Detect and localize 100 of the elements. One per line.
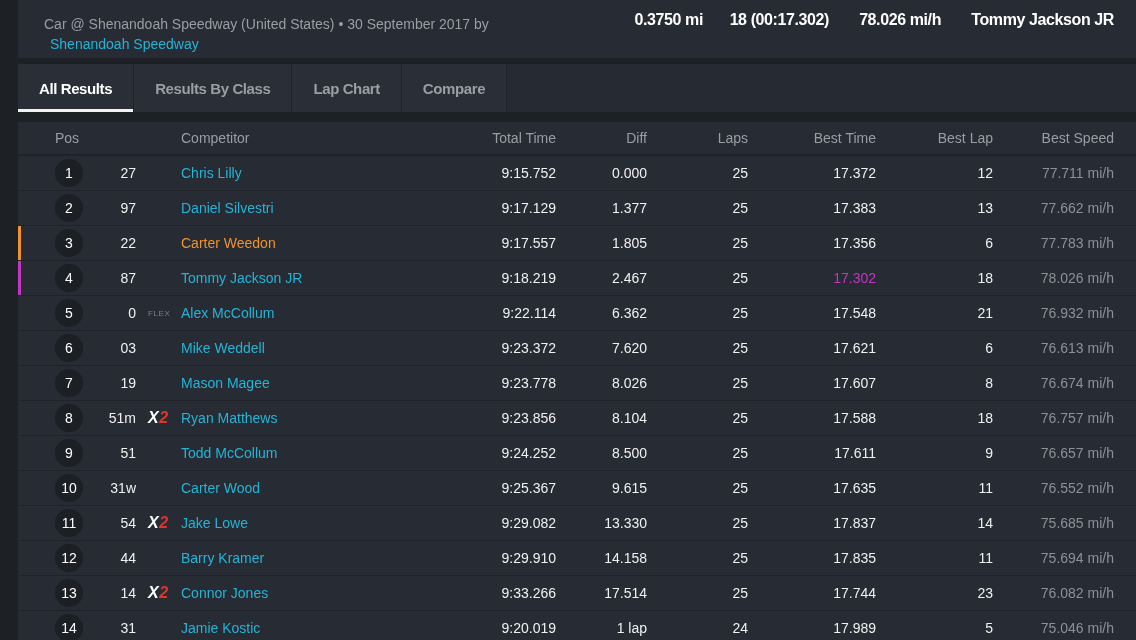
total-time-cell: 9:17.129: [501, 200, 556, 216]
laps-cell: 25: [732, 585, 748, 601]
tab[interactable]: Compare: [401, 64, 508, 112]
stat-value: 78.026 mi/h: [858, 10, 941, 30]
best-speed-cell: 77.662 mi/h: [1040, 200, 1114, 216]
competitor-link[interactable]: Connor Jones: [181, 585, 269, 601]
best-time-cell: 17.621: [833, 340, 876, 356]
diff-cell: 1 lap: [616, 620, 647, 636]
best-time-cell: 17.835: [833, 550, 876, 566]
best-lap-cell: 6: [985, 340, 993, 356]
total-time-cell: 9:29.910: [501, 550, 556, 566]
diff-cell: 6.362: [611, 305, 647, 321]
laps-cell: 25: [732, 340, 748, 356]
column-header: Best Time: [813, 130, 876, 146]
best-time-cell: 17.383: [833, 200, 876, 216]
column-header: Best Speed: [1041, 130, 1114, 146]
total-time-cell: 9:23.856: [501, 410, 556, 426]
car-number: 0: [128, 305, 136, 321]
diff-cell: 8.104: [611, 410, 647, 426]
car-number: 97: [120, 200, 136, 216]
diff-cell: 7.620: [611, 340, 647, 356]
best-lap-cell: 6: [985, 235, 993, 251]
car-number: 03: [120, 340, 136, 356]
best-speed-cell: 77.783 mi/h: [1040, 235, 1114, 251]
tab[interactable]: Results By Class: [134, 64, 293, 112]
stat-value: 0.3750 mi: [633, 10, 703, 30]
competitor-link[interactable]: Daniel Silvestri: [181, 200, 274, 216]
column-header: Diff: [626, 130, 647, 146]
car-number: 87: [120, 270, 136, 286]
best-speed-cell: 76.082 mi/h: [1040, 585, 1114, 601]
position-badge: 12: [55, 544, 83, 572]
best-lap-cell: 9: [985, 445, 993, 461]
laps-cell: 25: [732, 515, 748, 531]
position-badge: 11: [55, 509, 83, 537]
car-number: 51: [120, 445, 136, 461]
best-time-cell: 17.611: [834, 445, 876, 461]
best-time-cell: 17.744: [833, 585, 876, 601]
column-header: Competitor: [181, 130, 250, 146]
total-time-cell: 9:23.372: [501, 340, 556, 356]
best-lap-cell: 12: [977, 165, 993, 181]
total-time-cell: 9:23.778: [501, 375, 556, 391]
competitor-link[interactable]: Todd McCollum: [181, 445, 278, 461]
laps-cell: 25: [732, 480, 748, 496]
competitor-link[interactable]: Alex McCollum: [181, 305, 275, 321]
laps-cell: 25: [732, 270, 748, 286]
competitor-link[interactable]: Carter Weedon: [181, 235, 276, 251]
diff-cell: 1.377: [611, 200, 647, 216]
organizer-link[interactable]: Shenandoah Speedway: [50, 36, 199, 52]
competitor-link[interactable]: Ryan Matthews: [181, 410, 278, 426]
diff-cell: 9.615: [611, 480, 647, 496]
best-speed-cell: 76.932 mi/h: [1040, 305, 1114, 321]
diff-cell: 1.805: [611, 235, 647, 251]
competitor-link[interactable]: Jamie Kostic: [181, 620, 261, 636]
laps-cell: 25: [732, 445, 748, 461]
best-lap-cell: 14: [977, 515, 993, 531]
best-lap-cell: 18: [977, 410, 993, 426]
laps-cell: 25: [732, 375, 748, 391]
diff-cell: 13.330: [604, 515, 647, 531]
best-speed-cell: 75.694 mi/h: [1040, 550, 1114, 566]
tab[interactable]: Lap Chart: [292, 64, 402, 112]
position-badge: 10: [55, 474, 83, 502]
best-time-cell: 17.372: [833, 165, 876, 181]
column-header: Best Lap: [937, 130, 993, 146]
car-number: 44: [120, 550, 136, 566]
diff-cell: 8.026: [611, 375, 647, 391]
best-speed-cell: 77.711 mi/h: [1041, 165, 1114, 181]
column-header: Laps: [717, 130, 748, 146]
best-time-cell: 17.989: [833, 620, 876, 636]
event-description: Car @ Shenandoah Speedway (United States) • 30 September 2017 by Shenandoah Speedway: [44, 15, 490, 54]
laps-cell: 25: [732, 305, 748, 321]
total-time-cell: 9:22.114: [502, 305, 556, 321]
car-number: 14: [120, 585, 136, 601]
total-time-cell: 9:15.752: [501, 165, 556, 181]
diff-cell: 14.158: [604, 550, 647, 566]
best-time-cell: 17.588: [833, 410, 876, 426]
best-time-cell: 17.837: [833, 515, 876, 531]
competitor-link[interactable]: Mason Magee: [181, 375, 270, 391]
position-badge: 9: [55, 439, 83, 467]
position-badge: 6: [55, 334, 83, 362]
class-tag: FLEX: [148, 308, 171, 318]
tab[interactable]: All Results: [18, 64, 135, 112]
car-number: 31w: [110, 480, 136, 496]
column-header: Pos: [55, 130, 80, 146]
class-logo: X2: [148, 514, 169, 532]
best-lap-cell: 21: [977, 305, 993, 321]
competitor-link[interactable]: Carter Wood: [181, 480, 261, 496]
position-badge: 4: [55, 264, 83, 292]
diff-cell: 0.000: [611, 165, 647, 181]
competitor-link[interactable]: Barry Kramer: [181, 550, 265, 566]
best-lap-cell: 11: [978, 550, 993, 566]
stat-value: 18 (00:17.302): [728, 10, 829, 30]
competitor-link[interactable]: Chris Lilly: [181, 165, 242, 181]
competitor-link[interactable]: Tommy Jackson JR: [181, 270, 303, 286]
competitor-link[interactable]: Jake Lowe: [181, 515, 248, 531]
best-speed-cell: 76.674 mi/h: [1040, 375, 1114, 391]
laps-cell: 25: [732, 165, 748, 181]
total-time-cell: 9:33.266: [501, 585, 556, 601]
best-speed-cell: 75.046 mi/h: [1040, 620, 1114, 636]
competitor-link[interactable]: Mike Weddell: [181, 340, 265, 356]
best-speed-cell: 76.613 mi/h: [1040, 340, 1114, 356]
